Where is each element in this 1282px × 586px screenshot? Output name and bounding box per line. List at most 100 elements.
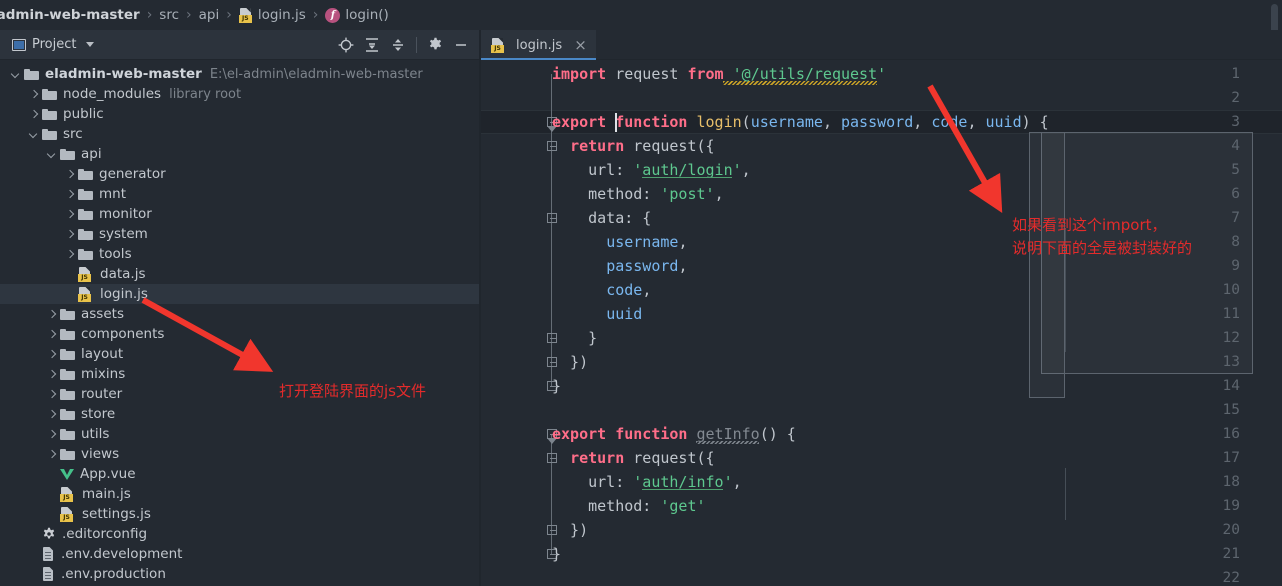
chevron-right-icon[interactable] [28,88,40,100]
chevron-right-icon[interactable] [64,228,76,240]
folder-icon [60,428,75,440]
chevron-right-icon[interactable] [46,428,58,440]
breadcrumb-root[interactable]: ladmin-web-master [0,7,140,23]
locate-icon[interactable] [333,32,359,58]
breadcrumb: ladmin-web-master › src › api › JS login… [0,0,1282,30]
tree-item-layout[interactable]: layout [0,344,480,364]
chevron-right-icon[interactable] [46,348,58,360]
url-link-underline [642,489,724,490]
code-editor[interactable]: 1 import request from '@/utils/request' 2 3… [481,60,1282,586]
tree-item-settings-js[interactable]: JS settings.js [0,504,480,524]
collapse-all-icon[interactable] [385,32,411,58]
chevron-right-icon[interactable] [46,408,58,420]
breadcrumb-file[interactable]: JS login.js [238,7,306,23]
code-line: uuid [606,305,643,323]
folder-icon [60,148,75,160]
code-line: method: 'get' [552,497,706,515]
tree-item--editorconfig[interactable]: .editorconfig [0,524,480,544]
tree-item-label: main.js [82,486,131,502]
minimize-icon[interactable] [448,32,474,58]
tree-item--env-production[interactable]: .env.production [0,564,480,584]
chevron-down-icon[interactable] [10,68,22,80]
tree-item-label: eladmin-web-master [45,66,202,82]
chevron-right-icon[interactable] [64,208,76,220]
tree-item-views[interactable]: views [0,444,480,464]
line-number: 18 [1222,474,1240,490]
chevron-down-icon[interactable] [28,128,40,140]
chevron-right-icon[interactable] [46,388,58,400]
tree-item-label: system [99,226,148,242]
code-line: export function login(username, password… [552,113,1049,131]
breadcrumb-separator: › [226,7,232,23]
chevron-right-icon[interactable] [46,308,58,320]
chevron-right-icon[interactable] [46,448,58,460]
tree-item-assets[interactable]: assets [0,304,480,324]
tree-item-login-js[interactable]: JS login.js [0,284,480,304]
breadcrumb-separator: › [312,7,319,23]
tree-item-src[interactable]: src [0,124,480,144]
breadcrumb-item-api[interactable]: api [199,7,220,23]
indent-guide [1065,468,1066,520]
tree-item-label: .editorconfig [62,526,148,542]
settings-gear-icon[interactable] [422,32,448,58]
project-toolbar-actions [333,32,480,58]
tree-item-label: utils [81,426,110,442]
tree-item-label: store [81,406,116,422]
code-line: url: 'auth/info', [552,473,742,491]
code-line: }) [552,521,589,539]
tree-item-mnt[interactable]: mnt [0,184,480,204]
tree-item-app-vue[interactable]: App.vue [0,464,480,484]
tree-item--env-development[interactable]: .env.development [0,544,480,564]
tree-item-label: node_modules [63,86,162,102]
code-line: data: { [552,209,652,227]
tree-item-store[interactable]: store [0,404,480,424]
gear-file-icon [42,527,56,541]
tree-item-main-js[interactable]: JS main.js [0,484,480,504]
tree-item-utils[interactable]: utils [0,424,480,444]
tree-item-public[interactable]: public [0,104,480,124]
text-file-icon [42,546,55,562]
tree-item-data-js[interactable]: JS data.js [0,264,480,284]
tree-item-label: .env.development [61,546,183,562]
scope-highlight-return [1029,132,1065,398]
chevron-right-icon[interactable] [28,108,40,120]
breadcrumb-symbol[interactable]: f login() [325,7,389,23]
breadcrumb-file-label: login.js [257,7,306,23]
chevron-right-icon[interactable] [64,168,76,180]
chevron-right-icon[interactable] [46,328,58,340]
folder-icon [78,188,93,200]
close-icon[interactable]: × [574,37,587,53]
breadcrumb-item-src[interactable]: src [159,7,179,23]
tree-item-node-modules[interactable]: node_modules library root [0,84,480,104]
code-line: code, [606,281,652,299]
tree-item-api[interactable]: api [0,144,480,164]
unused-symbol-underline [696,441,760,444]
folder-icon [60,448,75,460]
folder-icon [42,108,57,120]
project-tree[interactable]: eladmin-web-master E:\el-admin\eladmin-we… [0,60,480,586]
folder-icon [78,248,93,260]
tree-item-system[interactable]: system [0,224,480,244]
tree-item-generator[interactable]: generator [0,164,480,184]
line-number: 8 [1231,234,1240,250]
chevron-right-icon[interactable] [64,188,76,200]
expand-all-icon[interactable] [359,32,385,58]
chevron-right-icon[interactable] [64,248,76,260]
chevron-right-icon[interactable] [46,368,58,380]
tree-item-label: layout [81,346,124,362]
chevron-down-icon[interactable] [86,42,95,47]
tree-item-tools[interactable]: tools [0,244,480,264]
tab-login-js[interactable]: JS login.js × [481,30,596,60]
folder-icon [42,128,57,140]
tree-item-monitor[interactable]: monitor [0,204,480,224]
line-number: 2 [1231,90,1240,106]
tree-item-eladmin-web-master[interactable]: eladmin-web-master E:\el-admin\eladmin-we… [0,64,480,84]
js-file-icon: JS [238,7,253,23]
tree-item-components[interactable]: components [0,324,480,344]
chevron-down-icon[interactable] [46,148,58,160]
project-panel-selector[interactable]: Project [0,37,95,52]
js-file-icon: JS [78,286,94,302]
